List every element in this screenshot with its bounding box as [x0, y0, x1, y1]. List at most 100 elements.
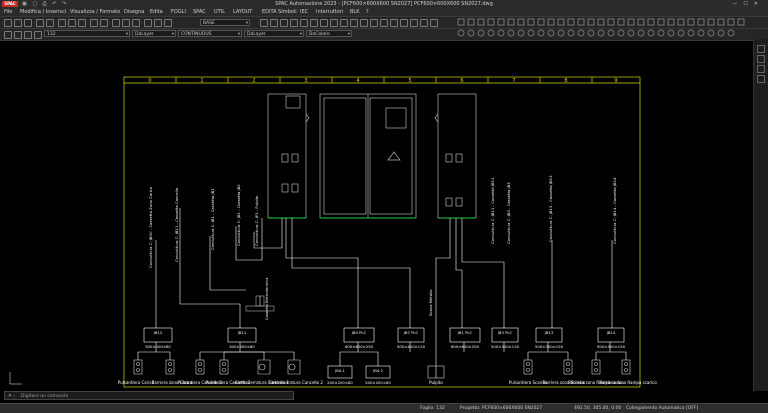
- conduit-label: Conduttura C: JB11 - Cassetta Cancello: [174, 187, 179, 262]
- cabinet-left-side: [267, 93, 307, 219]
- paste-icon[interactable]: [78, 19, 86, 27]
- menu-util[interactable]: UTIL: [214, 8, 225, 16]
- barrier: [563, 359, 573, 375]
- cabinet-group: [267, 93, 477, 219]
- menu-visualizza[interactable]: Visualizza / Formato: [70, 8, 120, 16]
- properties-icon[interactable]: [144, 19, 152, 27]
- layer-select[interactable]: DaLayer ▾: [132, 30, 176, 37]
- color-select-value: DaColore: [309, 32, 330, 37]
- column-number: 3: [304, 78, 307, 84]
- column-number: 7: [512, 78, 515, 84]
- menu-interruttori[interactable]: Interruttori: [316, 8, 343, 16]
- draw-tools-icons[interactable]: [454, 18, 754, 38]
- layer-icon[interactable]: [4, 31, 12, 39]
- preview-icon[interactable]: [46, 19, 54, 27]
- menu-edita-simboli[interactable]: EDITA Simboli: [262, 8, 297, 16]
- new-icon[interactable]: [4, 19, 12, 27]
- chevron-down-icon: ▾: [125, 32, 128, 37]
- undo-icon[interactable]: [90, 19, 98, 27]
- menu-spac[interactable]: SPAC: [193, 8, 206, 16]
- cut-icon[interactable]: [58, 19, 66, 27]
- box-size: 300×200×80: [229, 344, 255, 349]
- command-line[interactable]: ✕ › Digitare un comando: [4, 391, 294, 400]
- box-id: JB12: [153, 330, 163, 335]
- tool-icon[interactable]: [310, 19, 318, 27]
- zoom-icon[interactable]: [122, 19, 130, 27]
- tool-icon[interactable]: [410, 19, 418, 27]
- drop-line: [339, 351, 358, 366]
- tool-icon[interactable]: [300, 19, 308, 27]
- tool-icon[interactable]: [270, 19, 278, 27]
- window-controls[interactable]: —☐✕: [732, 0, 764, 8]
- pan-icon[interactable]: [112, 19, 120, 27]
- barrier-lens: [594, 362, 598, 366]
- tool-icon[interactable]: [390, 19, 398, 27]
- gland: [281, 153, 289, 163]
- close-icon[interactable]: ✕ ›: [8, 392, 15, 401]
- tool-icon[interactable]: [430, 19, 438, 27]
- drop-line: [610, 351, 627, 360]
- tool-icon[interactable]: [320, 19, 328, 27]
- box-size: 500×300×150: [535, 344, 564, 349]
- open-icon[interactable]: [14, 19, 22, 27]
- tool-icon[interactable]: [380, 19, 388, 27]
- menu-modifica[interactable]: Modifica / Inserisci: [20, 8, 66, 16]
- style-select[interactable]: BASE ▾: [200, 19, 250, 26]
- menu-layout[interactable]: LAYOUT: [233, 8, 252, 16]
- box-id: JB7 PLC: [403, 330, 419, 335]
- color-select[interactable]: DaColore ▾: [306, 30, 352, 37]
- tool-icon[interactable]: [360, 19, 368, 27]
- tool-icon[interactable]: [260, 19, 268, 27]
- device-label: Elettroserratura Cancello 2: [269, 380, 323, 385]
- tool-icon[interactable]: [290, 19, 298, 27]
- box-labels: JB12 300×200×80 JB11 300×200×80 JB4 PLC …: [145, 330, 625, 385]
- tool-icon[interactable]: [330, 19, 338, 27]
- zoom-window-icon[interactable]: [132, 19, 140, 27]
- sheet-select[interactable]: 132 ▾: [44, 30, 130, 37]
- tool-icon[interactable]: [757, 45, 765, 53]
- match-icon[interactable]: [164, 19, 172, 27]
- side-toolbar: [753, 39, 768, 391]
- menu-file[interactable]: File: [4, 8, 12, 16]
- save-icon[interactable]: [24, 19, 32, 27]
- cabinet-door-left: [323, 97, 367, 215]
- layers-icon[interactable]: [154, 19, 162, 27]
- tool-icon[interactable]: [420, 19, 428, 27]
- lineweight-select[interactable]: DaLayer ▾: [244, 30, 304, 37]
- print-icon[interactable]: [36, 19, 44, 27]
- tool-icon[interactable]: [757, 75, 765, 83]
- layer-state-icon[interactable]: [14, 31, 22, 39]
- menu-disegna[interactable]: Disegna: [124, 8, 144, 16]
- menu-iec[interactable]: IEC: [300, 8, 308, 16]
- tool-icon[interactable]: [757, 55, 765, 63]
- pushbutton: [136, 362, 140, 366]
- gland: [445, 153, 453, 163]
- fan-unit: [285, 95, 301, 109]
- freeze-icon[interactable]: [24, 31, 32, 39]
- menu-fogli[interactable]: FOGLI: [171, 8, 186, 16]
- tool-icon[interactable]: [350, 19, 358, 27]
- gland: [281, 183, 289, 193]
- command-input[interactable]: Digitare un comando: [21, 394, 68, 399]
- menu-help[interactable]: ?: [366, 8, 369, 16]
- conduit-label: Conduttura C: JB1 - Cassetta JB1: [210, 188, 215, 250]
- redo-icon[interactable]: [100, 19, 108, 27]
- tool-icon[interactable]: [340, 19, 348, 27]
- tool-icon[interactable]: [400, 19, 408, 27]
- gland: [445, 197, 453, 207]
- conduit-label: Conduttura C: JP1 - Pulpito: [254, 195, 259, 246]
- window-title: SPAC Automazione 2023 - [PCF600×600X600 …: [275, 1, 493, 7]
- linetype-select[interactable]: CONTINUOUS ▾: [178, 30, 242, 37]
- tool-icon[interactable]: [370, 19, 378, 27]
- column-number: 4: [356, 78, 359, 84]
- tool-icon[interactable]: [757, 65, 765, 73]
- door-panel: [385, 107, 407, 129]
- menu-edita[interactable]: Edita: [150, 8, 163, 16]
- lock-icon[interactable]: [34, 31, 42, 39]
- drawing-canvas[interactable]: 0 1 2 3 4 5 6 7 8 9 Conduttura C: JB3C -…: [0, 39, 754, 391]
- menu-blk[interactable]: BLK: [350, 8, 360, 16]
- tool-icon[interactable]: [280, 19, 288, 27]
- conduit-label: Conduttura C: JB13 - Cassetta JB13: [548, 175, 553, 242]
- copy-icon[interactable]: [68, 19, 76, 27]
- device-label: Pulsantiera Carico: [118, 380, 155, 385]
